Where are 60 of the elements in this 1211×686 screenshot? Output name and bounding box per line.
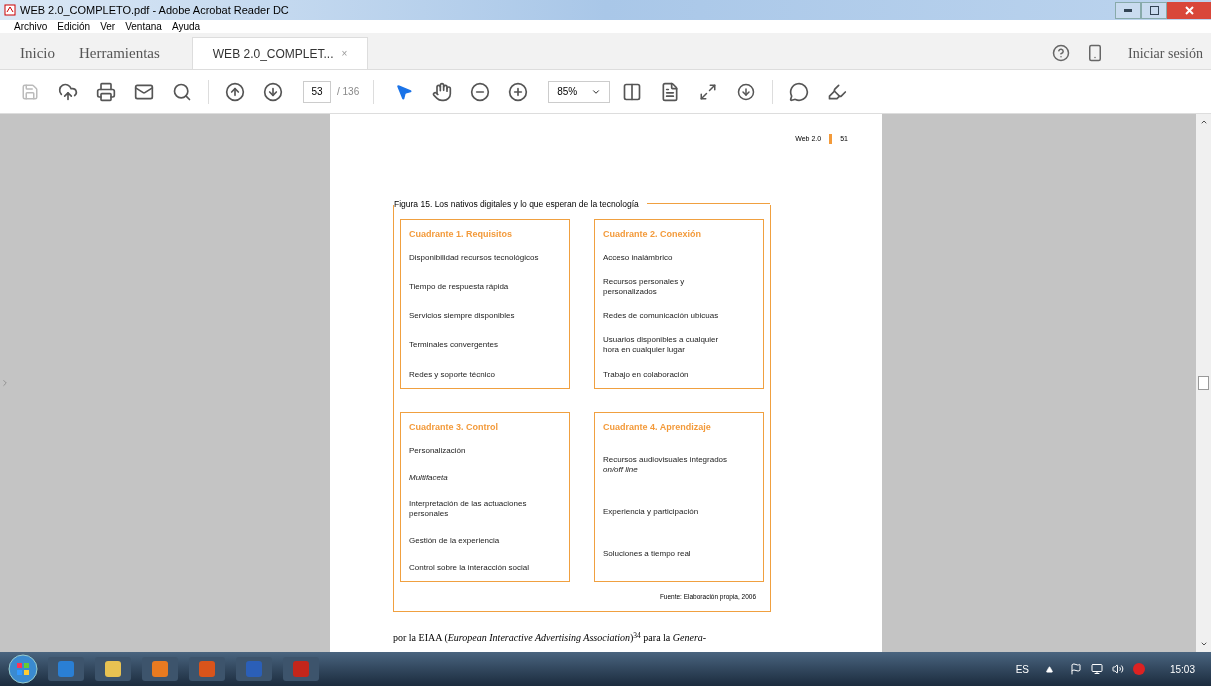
quadrant-title: Cuadrante 1. Requisitos — [409, 227, 514, 241]
pdf-icon — [4, 4, 16, 16]
quadrant-item: Experiencia y participación — [603, 507, 700, 518]
quadrant-item: Servicios siempre disponibles — [409, 311, 516, 322]
quadrant-item: Tiempo de respuesta rápida — [409, 282, 510, 293]
taskbar-app-icon[interactable] — [47, 656, 85, 682]
close-button[interactable] — [1167, 1, 1211, 19]
menu-item[interactable]: Ayuda — [171, 19, 201, 34]
menu-item[interactable]: Ventana — [125, 19, 162, 34]
start-orb-icon[interactable] — [8, 654, 38, 684]
quadrant-item: Multifaceta — [409, 472, 449, 483]
minimize-icon — [1124, 8, 1132, 12]
minimize-button[interactable] — [1115, 1, 1141, 19]
network-icon[interactable] — [1090, 663, 1103, 675]
quadrant-item: Gestión de la experiencia — [409, 535, 501, 546]
scroll-up-icon[interactable] — [1199, 118, 1208, 126]
tab[interactable]: WEB 2.0_COMPLET... × — [191, 37, 369, 69]
help-icon[interactable] — [1051, 44, 1070, 62]
quadrant-item: Control sobre la interacción social — [409, 562, 531, 573]
quadrant-item: Interpretación de las actuaciones personales — [409, 499, 528, 520]
restore-icon — [1149, 5, 1159, 15]
body-paragraph: por la EIAA (European Interactive Advertising Association)$^{34}$ para la Genera- — [393, 630, 708, 646]
menu-item[interactable]: Edición — [57, 19, 91, 34]
scroll-thumb[interactable] — [1198, 376, 1209, 390]
taskbar-app-icon[interactable] — [141, 656, 179, 682]
quadrant-item: Redes de comunicación ubicuas — [603, 311, 720, 322]
quadrant-title: Cuadrante 4. Aprendizaje — [603, 420, 712, 434]
scroll-down-icon[interactable] — [1199, 640, 1208, 648]
page-total: / 136 — [337, 85, 360, 99]
taskbar-app-icon[interactable] — [188, 656, 226, 682]
zoom-dropdown[interactable]: 85% — [548, 80, 611, 103]
tab[interactable]: Herramientas — [67, 37, 172, 69]
quadrant-item: Disponibilidad recursos tecnológicos — [409, 253, 539, 263]
quadrant-item: Redes y soporte técnico — [409, 369, 496, 380]
quadrant-title: Cuadrante 2. Conexión — [603, 227, 702, 241]
quadrant-item: Recursos audiovisuales integrados on/off line — [603, 455, 729, 476]
scrollbar[interactable] — [1196, 114, 1211, 652]
quadrant-item: Acceso inalámbrico — [603, 253, 674, 263]
page-number-field[interactable]: 53 — [303, 80, 331, 103]
clock[interactable]: 15:03 — [1169, 661, 1195, 677]
quadrant-item: Usuarios disponibles a cualquier hora en cualquier lugar — [603, 335, 720, 356]
menu-item[interactable]: Ver — [100, 19, 116, 34]
quadrant-item: Recursos personales y personalizados — [603, 277, 686, 298]
restore-button[interactable] — [1141, 1, 1167, 19]
taskbar-app-icon[interactable] — [94, 656, 132, 682]
quadrant-item: Personalización — [409, 446, 467, 456]
quadrant-title: Cuadrante 3. Control — [409, 420, 499, 434]
language-indicator[interactable]: ES — [1015, 661, 1029, 677]
volume-icon[interactable] — [1111, 663, 1124, 675]
menu-item[interactable]: Archivo — [14, 19, 48, 34]
quadrant-item: Trabajo en colaboración — [603, 369, 690, 380]
quadrant-item: Terminales convergentes — [409, 340, 499, 351]
close-icon — [1184, 5, 1194, 15]
window-title: WEB 2.0_COMPLETO.pdf - Adobe Acrobat Reader DC — [20, 2, 289, 18]
quadrant-item: Soluciones a tiempo real — [603, 549, 692, 560]
flag-icon[interactable] — [1069, 663, 1082, 675]
show-hidden-icon[interactable] — [1045, 665, 1053, 673]
panel-toggle-icon[interactable] — [0, 378, 10, 388]
tab[interactable]: Inicio — [8, 37, 67, 69]
sign-in-link[interactable]: Iniciar sesión — [1127, 42, 1203, 64]
